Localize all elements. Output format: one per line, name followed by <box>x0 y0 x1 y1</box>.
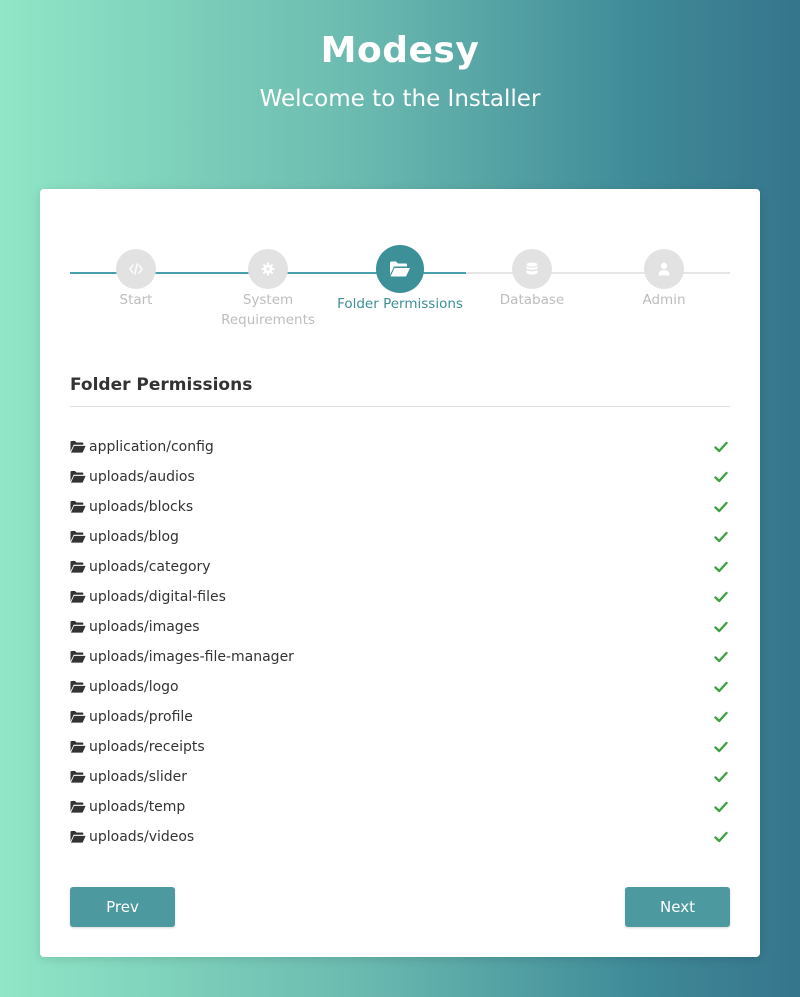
check-icon <box>714 711 728 723</box>
folder-path: uploads/blocks <box>89 499 194 515</box>
step-circle <box>116 249 156 289</box>
folder-open-icon <box>70 441 86 453</box>
folder-entry: uploads/audios <box>70 469 195 485</box>
check-icon <box>714 681 728 693</box>
check-icon <box>714 621 728 633</box>
step-admin: Admin <box>594 249 734 310</box>
folder-path: uploads/logo <box>89 679 179 695</box>
step-circle <box>644 249 684 289</box>
check-icon <box>714 441 728 453</box>
folder-path: uploads/slider <box>89 769 188 785</box>
step-database: Database <box>462 249 602 310</box>
folder-open-icon <box>70 771 86 783</box>
folder-open-icon <box>70 531 86 543</box>
folder-open-icon <box>70 801 86 813</box>
prev-button[interactable]: Prev <box>70 887 175 927</box>
folder-entry: uploads/blog <box>70 529 179 545</box>
folder-path: uploads/receipts <box>89 739 205 755</box>
database-icon <box>526 262 538 276</box>
step-circle <box>512 249 552 289</box>
folder-entry: uploads/blocks <box>70 499 193 515</box>
folder-row: application/config <box>70 432 730 462</box>
folder-path: uploads/videos <box>89 829 195 845</box>
folder-path: uploads/images-file-manager <box>89 649 294 665</box>
folder-entry: uploads/digital-files <box>70 589 226 605</box>
folder-row: uploads/videos <box>70 822 730 852</box>
folder-open-icon <box>389 260 411 278</box>
folder-open-icon <box>70 711 86 723</box>
folder-path: uploads/profile <box>89 709 193 725</box>
step-start: Start <box>66 249 206 310</box>
folder-row: uploads/receipts <box>70 732 730 762</box>
folder-row: uploads/images-file-manager <box>70 642 730 672</box>
check-icon <box>714 531 728 543</box>
check-icon <box>714 651 728 663</box>
folder-entry: uploads/images <box>70 619 200 635</box>
check-icon <box>714 501 728 513</box>
folder-open-icon <box>70 651 86 663</box>
folder-row: uploads/blocks <box>70 492 730 522</box>
check-icon <box>714 741 728 753</box>
folder-entry: uploads/videos <box>70 829 194 845</box>
folder-row: uploads/logo <box>70 672 730 702</box>
folder-open-icon <box>70 741 86 753</box>
folder-row: uploads/digital-files <box>70 582 730 612</box>
step-label: Admin <box>642 292 686 308</box>
folder-path: application/config <box>89 439 214 455</box>
step-label: System Requirements <box>221 292 315 328</box>
folder-entry: uploads/profile <box>70 709 193 725</box>
folder-row: uploads/images <box>70 612 730 642</box>
folder-open-icon <box>70 621 86 633</box>
folder-path: uploads/images <box>89 619 200 635</box>
step-circle <box>248 249 288 289</box>
folder-open-icon <box>70 561 86 573</box>
folder-entry: uploads/receipts <box>70 739 205 755</box>
check-icon <box>714 561 728 573</box>
check-icon <box>714 801 728 813</box>
folder-path: uploads/temp <box>89 799 186 815</box>
folder-row: uploads/slider <box>70 762 730 792</box>
folder-entry: application/config <box>70 439 214 455</box>
code-icon <box>129 263 143 275</box>
folder-row: uploads/profile <box>70 702 730 732</box>
section-divider <box>70 406 730 407</box>
installer-card: Start System Requirements Folder Permiss… <box>40 189 760 957</box>
folder-row: uploads/category <box>70 552 730 582</box>
folder-open-icon <box>70 501 86 513</box>
folder-entry: uploads/temp <box>70 799 185 815</box>
app-title: Modesy <box>320 30 480 71</box>
check-icon <box>714 771 728 783</box>
folder-entry: uploads/logo <box>70 679 179 695</box>
section-title: Folder Permissions <box>70 375 253 395</box>
folder-entry: uploads/slider <box>70 769 187 785</box>
folder-open-icon <box>70 591 86 603</box>
folder-open-icon <box>70 471 86 483</box>
user-icon <box>658 262 670 276</box>
folder-permission-list: application/config uploads/audios uploads/… <box>70 432 730 852</box>
folder-row: uploads/blog <box>70 522 730 552</box>
folder-path: uploads/audios <box>89 469 195 485</box>
folder-entry: uploads/category <box>70 559 211 575</box>
folder-path: uploads/category <box>89 559 211 575</box>
installer-subtitle: Welcome to the Installer <box>259 86 541 112</box>
step-circle <box>376 245 424 293</box>
step-label: Start <box>119 292 153 308</box>
folder-row: uploads/temp <box>70 792 730 822</box>
check-icon <box>714 831 728 843</box>
next-button[interactable]: Next <box>625 887 730 927</box>
folder-path: uploads/digital-files <box>89 589 226 605</box>
check-icon <box>714 591 728 603</box>
step-label: Database <box>499 292 565 308</box>
folder-entry: uploads/images-file-manager <box>70 649 294 665</box>
step-label: Folder Permissions <box>337 296 463 312</box>
gear-icon <box>261 262 275 276</box>
step-system-requirements: System Requirements <box>198 249 338 330</box>
folder-open-icon <box>70 831 86 843</box>
folder-path: uploads/blog <box>89 529 179 545</box>
check-icon <box>714 471 728 483</box>
step-folder-permissions: Folder Permissions <box>330 245 470 314</box>
folder-row: uploads/audios <box>70 462 730 492</box>
folder-open-icon <box>70 681 86 693</box>
